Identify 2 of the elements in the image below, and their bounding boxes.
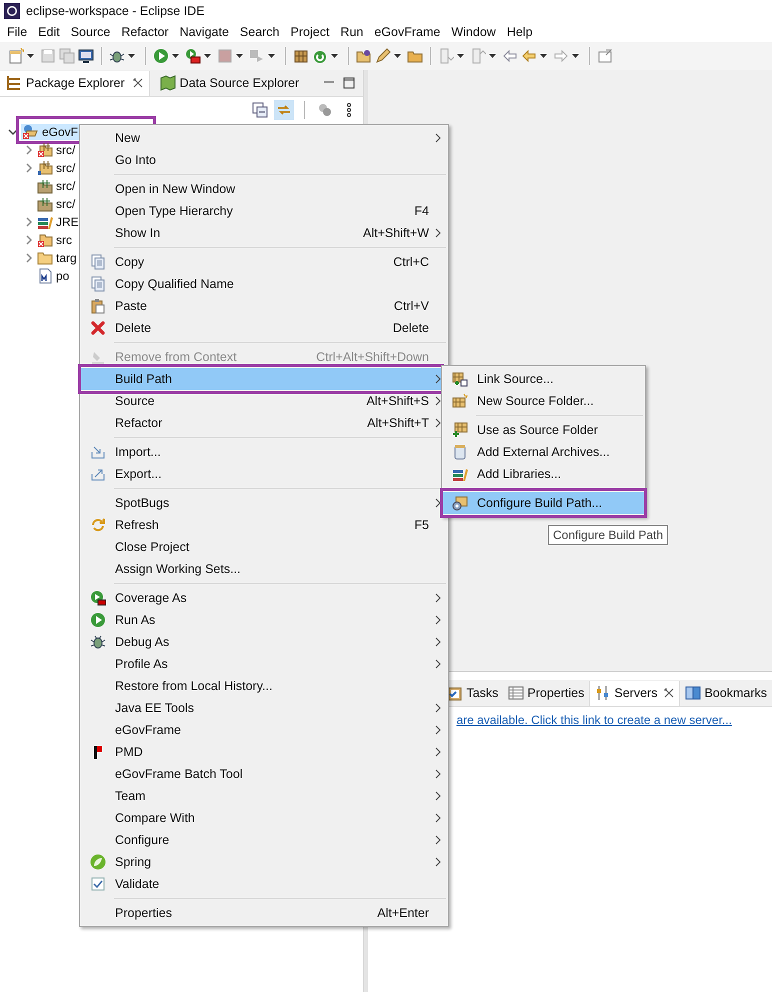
- window-title: eclipse-workspace - Eclipse IDE: [26, 4, 205, 18]
- tooltip: Configure Build Path: [548, 525, 668, 545]
